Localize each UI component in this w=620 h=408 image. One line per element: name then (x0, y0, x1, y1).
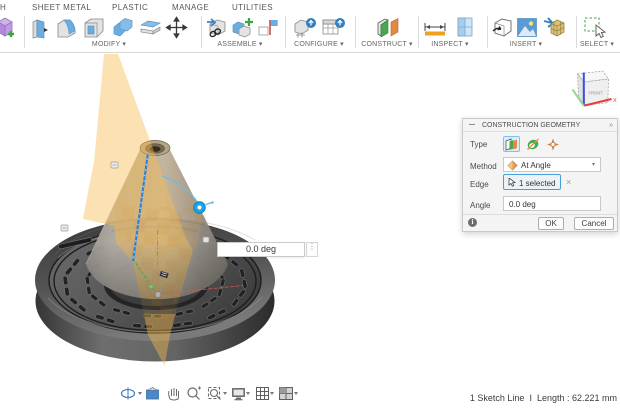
svg-text:X: X (613, 98, 617, 104)
svg-text:FRONT: FRONT (589, 91, 604, 96)
